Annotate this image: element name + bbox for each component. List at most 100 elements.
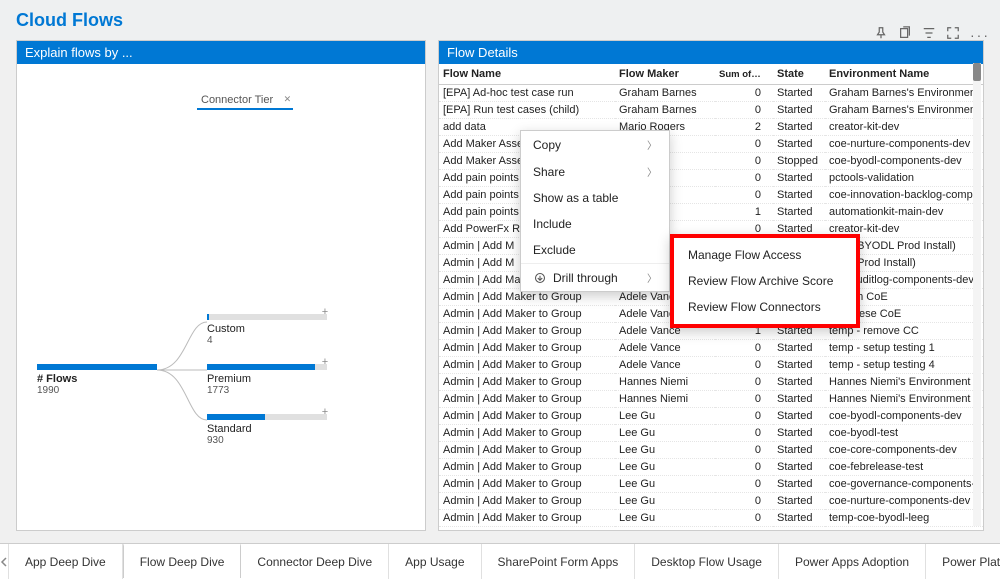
vertical-scrollbar[interactable] xyxy=(973,63,981,526)
table-row[interactable]: Admin | Add Maker to GroupLee Gu0Started… xyxy=(439,442,983,459)
cell-state: Started xyxy=(773,170,825,187)
report-tab[interactable]: Connector Deep Dive xyxy=(241,544,389,579)
tree-root-node[interactable]: # Flows 1990 xyxy=(37,364,157,396)
cell-flow-name: Admin | Add Maker to Group xyxy=(439,374,615,391)
cell-flow-name: Admin | Add Maker to Group xyxy=(439,357,615,374)
tree-child-label: Standard xyxy=(207,423,327,435)
cell-state: Started xyxy=(773,357,825,374)
col-env[interactable]: Environment Name xyxy=(825,64,983,85)
tree-child-node[interactable]: + Premium 1773 xyxy=(207,364,327,396)
report-tab[interactable]: Power Apps Adoption xyxy=(779,544,926,579)
report-tab[interactable]: Flow Deep Dive xyxy=(123,543,242,578)
context-menu-item[interactable]: Show as a table xyxy=(521,185,669,211)
cell-flow-maker: Lee Gu xyxy=(615,510,715,527)
close-icon[interactable]: ✕ xyxy=(284,94,292,105)
scrollbar-thumb[interactable] xyxy=(973,63,981,81)
drillthrough-submenu[interactable]: Manage Flow AccessReview Flow Archive Sc… xyxy=(670,234,860,328)
tab-nav-prev[interactable] xyxy=(0,544,9,579)
col-state[interactable]: State xyxy=(773,64,825,85)
table-row[interactable]: Admin | Add Maker to GroupLee Gu0Started… xyxy=(439,476,983,493)
dimension-label: Connector Tier xyxy=(201,94,273,106)
col-archive-score[interactable]: Sum of Archive Score xyxy=(715,64,773,85)
table-row[interactable]: Admin | Add Maker to GroupLee Gu0Started… xyxy=(439,510,983,527)
cell-env: Graham Barnes's Environment xyxy=(825,85,983,102)
cell-env: pctools-prod xyxy=(825,527,983,531)
cell-archive-score: 0 xyxy=(715,357,773,374)
report-tab[interactable]: App Usage xyxy=(389,544,481,579)
tree-root-label: # Flows xyxy=(37,373,157,385)
cell-state: Started xyxy=(773,136,825,153)
cell-archive-score: 0 xyxy=(715,187,773,204)
cell-flow-maker: Adele Vance xyxy=(615,340,715,357)
cell-archive-score: 0 xyxy=(715,493,773,510)
cell-flow-maker: Hannes Niemi xyxy=(615,374,715,391)
cell-env: coe-nurture-components-dev xyxy=(825,493,983,510)
drillthrough-item[interactable]: Review Flow Archive Score xyxy=(674,268,856,294)
context-menu-item[interactable]: Exclude xyxy=(521,237,669,263)
cell-state: Started xyxy=(773,119,825,136)
chevron-right-icon: 〉 xyxy=(647,270,657,285)
table-row[interactable]: Admin | Add Maker to GroupHannes Niemi0S… xyxy=(439,391,983,408)
context-menu-item[interactable]: Include xyxy=(521,211,669,237)
col-flow-maker[interactable]: Flow Maker xyxy=(615,64,715,85)
context-menu[interactable]: Copy〉Share〉Show as a tableIncludeExclude… xyxy=(520,130,670,292)
cell-state: Started xyxy=(773,102,825,119)
cell-flow-name: Admin | Add Maker to Group xyxy=(439,510,615,527)
report-tab[interactable]: SharePoint Form Apps xyxy=(482,544,636,579)
context-menu-item[interactable]: Copy〉 xyxy=(521,131,669,158)
cell-flow-name: [EPA] Ad-hoc test case run xyxy=(439,85,615,102)
dimension-chip[interactable]: Connector Tier ✕ xyxy=(197,94,293,110)
chevron-right-icon: 〉 xyxy=(647,137,657,152)
table-row[interactable]: Admin | Add Maker to GroupLee Gu0Started… xyxy=(439,425,983,442)
drillthrough-item[interactable]: Review Flow Connectors xyxy=(674,294,856,320)
cell-archive-score: 0 xyxy=(715,374,773,391)
cell-archive-score: 0 xyxy=(715,85,773,102)
cell-state: Started xyxy=(773,476,825,493)
cell-archive-score: 0 xyxy=(715,391,773,408)
table-row[interactable]: Admin | Add Maker to GroupAdele Vance0St… xyxy=(439,357,983,374)
table-row[interactable]: Admin | Add Maker to GroupAdele Vance0St… xyxy=(439,340,983,357)
cell-env: pctools-validation xyxy=(825,170,983,187)
table-row[interactable]: [EPA] Run test cases (child)Graham Barne… xyxy=(439,102,983,119)
cell-env: coe-core-components-dev xyxy=(825,442,983,459)
tree-child-node[interactable]: + Standard 930 xyxy=(207,414,327,446)
context-menu-item[interactable]: Share〉 xyxy=(521,158,669,185)
cell-flow-name: Admin | Add Maker to Group xyxy=(439,408,615,425)
report-tab[interactable]: Desktop Flow Usage xyxy=(635,544,779,579)
col-flow-name[interactable]: Flow Name xyxy=(439,64,615,85)
table-row[interactable]: Admin | Add Maker to GroupLee Gu0Stopped… xyxy=(439,527,983,531)
cell-flow-name: Admin | Add Maker to Group xyxy=(439,340,615,357)
cell-state: Started xyxy=(773,204,825,221)
tree-child-label: Premium xyxy=(207,373,327,385)
cell-flow-name: Admin | Add Maker to Group xyxy=(439,493,615,510)
cell-env: coe-febrelease-test xyxy=(825,459,983,476)
drillthrough-item[interactable]: Manage Flow Access xyxy=(674,242,856,268)
cell-flow-maker: Lee Gu xyxy=(615,476,715,493)
tree-child-label: Custom xyxy=(207,323,327,335)
table-row[interactable]: Admin | Add Maker to GroupLee Gu0Started… xyxy=(439,408,983,425)
cell-flow-name: Admin | Add Maker to Group xyxy=(439,442,615,459)
decomp-tree-canvas[interactable]: Connector Tier ✕ # Flows 1990 + Custom xyxy=(17,64,425,530)
cell-env: temp-coe-byodl-leeg xyxy=(825,510,983,527)
report-tab[interactable]: Power Platform YoY Adoption xyxy=(926,544,1000,579)
table-header-row: Flow Name Flow Maker Sum of Archive Scor… xyxy=(439,64,983,85)
cell-archive-score: 0 xyxy=(715,442,773,459)
cell-archive-score: 0 xyxy=(715,425,773,442)
cell-archive-score: 0 xyxy=(715,153,773,170)
table-row[interactable]: Admin | Add Maker to GroupLee Gu0Started… xyxy=(439,459,983,476)
tree-child-value: 4 xyxy=(207,335,327,346)
tree-child-node[interactable]: + Custom 4 xyxy=(207,314,327,346)
context-menu-item[interactable]: Drill through〉 xyxy=(521,263,669,291)
cell-archive-score: 0 xyxy=(715,102,773,119)
add-icon[interactable]: + xyxy=(319,406,331,418)
cell-flow-maker: Lee Gu xyxy=(615,527,715,531)
table-row[interactable]: [EPA] Ad-hoc test case runGraham Barnes0… xyxy=(439,85,983,102)
cell-env: coe-byodl-test xyxy=(825,425,983,442)
add-icon[interactable]: + xyxy=(319,356,331,368)
add-icon[interactable]: + xyxy=(319,306,331,318)
table-row[interactable]: Admin | Add Maker to GroupHannes Niemi0S… xyxy=(439,374,983,391)
cell-state: Started xyxy=(773,510,825,527)
report-tab[interactable]: App Deep Dive xyxy=(9,544,123,579)
table-row[interactable]: Admin | Add Maker to GroupLee Gu0Started… xyxy=(439,493,983,510)
page-title: Cloud Flows xyxy=(16,10,123,31)
